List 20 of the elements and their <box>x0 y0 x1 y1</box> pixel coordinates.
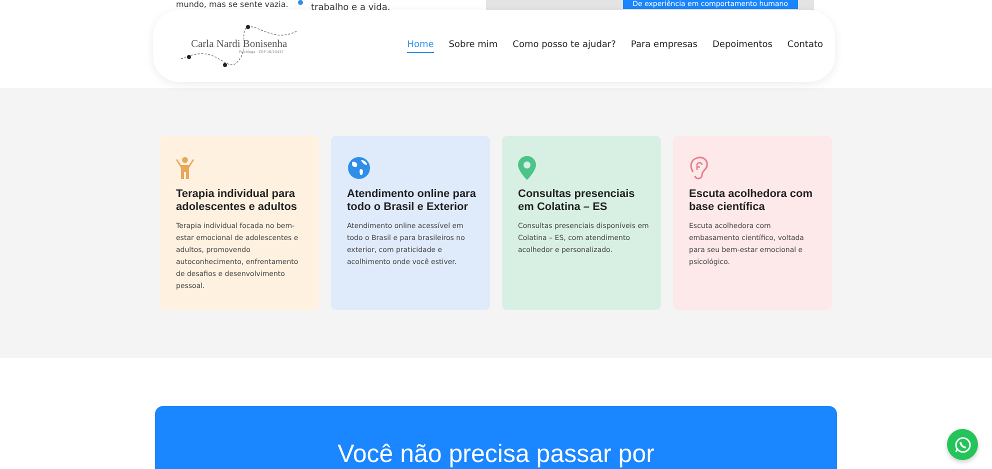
whatsapp-button[interactable] <box>947 429 978 460</box>
card-title: Terapia individual para adolescentes e adultos <box>176 188 298 214</box>
nav-link[interactable]: Como posso te ajudar? <box>512 40 616 52</box>
card-title: Atendimento online para todo o Brasil e Exterior <box>347 188 477 214</box>
nav-link[interactable]: Depoimentos <box>712 40 772 52</box>
nav-link[interactable]: Para empresas <box>630 40 698 52</box>
phone-chat-icon <box>954 436 972 454</box>
ear-icon <box>689 156 709 180</box>
person-icon <box>176 156 194 180</box>
logo-name[interactable]: Carla Nardi Bonisenha <box>191 38 288 50</box>
globe-icon <box>347 156 371 180</box>
card-title: Consultas presenciais em Colatina – ES <box>518 188 636 214</box>
nav-link[interactable]: Sobre mim <box>448 40 498 52</box>
bullet-dot-icon <box>298 0 303 5</box>
paragraph-text: trabalho e a vida. <box>311 3 392 13</box>
paragraph-text: mundo, mas se sente vazia. <box>176 0 290 10</box>
location-pin-icon <box>518 156 536 180</box>
nav-link[interactable]: Contato <box>787 40 823 52</box>
banner-heading: Você não precisa passar por <box>338 440 654 468</box>
card-title: Escuta acolhedora com base científica <box>689 188 814 214</box>
